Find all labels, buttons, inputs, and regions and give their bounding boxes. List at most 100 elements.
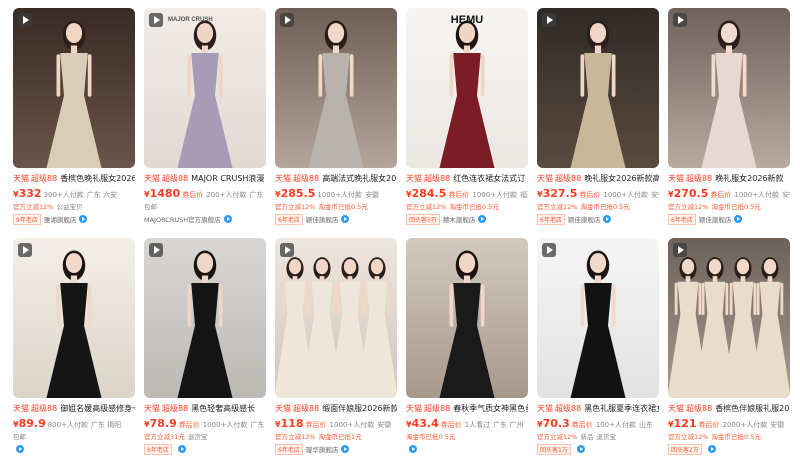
video-play-icon[interactable]: [18, 13, 32, 27]
shop-row[interactable]: 回头客2万: [668, 443, 790, 455]
product-title[interactable]: 天猫超级88香槟色伴娘服礼服2026: [668, 403, 790, 414]
enter-shop-icon[interactable]: [16, 445, 24, 453]
shop-name[interactable]: 颖佳旗舰店: [699, 214, 732, 224]
sales-count: 1000+人付款: [603, 191, 649, 199]
product-card[interactable]: 天猫超级88香槟色伴娘服礼服2026 ¥121券后价2000+人付款安徽官方立减1…: [668, 238, 790, 460]
product-thumbnail[interactable]: [406, 238, 528, 398]
promo-tag: 公益宝贝: [56, 203, 83, 211]
price-note: 券后价: [698, 421, 720, 429]
product-thumbnail[interactable]: [275, 238, 397, 398]
enter-shop-icon[interactable]: [478, 215, 487, 223]
shop-row[interactable]: 9年老店 雅湖旗舰店: [13, 213, 135, 225]
shop-row[interactable]: 6年老店: [144, 443, 266, 455]
shop-row[interactable]: MAJORCRUSH官方旗舰店: [144, 213, 266, 225]
enter-shop-icon[interactable]: [409, 445, 417, 453]
enter-shop-icon[interactable]: [341, 215, 350, 223]
enter-shop-icon[interactable]: [79, 215, 88, 223]
product-card[interactable]: 天猫超级88高端法式晚礼服女2026 ¥285.51000+人付款安徽官方立减12…: [275, 8, 397, 230]
product-photo: [406, 238, 528, 398]
product-title[interactable]: 天猫超级88高端法式晚礼服女2026: [275, 173, 397, 184]
shop-name[interactable]: 雅湖旗舰店: [44, 214, 77, 224]
product-thumbnail[interactable]: MAJOR CRUSH: [144, 8, 266, 168]
product-thumbnail[interactable]: [13, 8, 135, 168]
shop-name[interactable]: MAJORCRUSH官方旗舰店: [144, 214, 221, 224]
product-title[interactable]: 天猫 超级88 黑色轻奢高级感长: [144, 403, 266, 414]
promo-tag: 淘金币已抵0.5元: [318, 203, 368, 211]
shop-name[interactable]: 颖佳旗舰店: [306, 214, 339, 224]
product-title[interactable]: 天猫 超级88 晚礼服女2026新款高: [537, 173, 659, 184]
video-play-icon[interactable]: [673, 243, 687, 257]
shop-row[interactable]: [13, 443, 135, 455]
product-thumbnail[interactable]: [668, 238, 790, 398]
product-title[interactable]: 天猫 超级88 香槟色晚礼服女2026: [13, 173, 135, 184]
product-title[interactable]: 天猫 超级88 晚礼服女2026新款: [668, 173, 790, 184]
shop-row[interactable]: 6年老店 颖佳旗舰店: [275, 213, 397, 225]
price-row: ¥78.9 券后价 1000+人付款 广东: [144, 417, 266, 429]
product-card[interactable]: 天猫 超级88 黑色轻奢高级感长 ¥78.9 券后价 1000+人付款 广东 官方立减31元退…: [144, 238, 266, 460]
product-title-text: MAJOR CRUSH浪漫: [191, 174, 265, 183]
product-title-text: 黑色轻奢高级感长: [191, 404, 256, 413]
product-title[interactable]: 天猫 超级88 MAJOR CRUSH浪漫: [144, 173, 266, 184]
product-thumbnail[interactable]: HEMU: [406, 8, 528, 168]
enter-shop-icon[interactable]: [576, 445, 585, 453]
product-title[interactable]: 天猫超级88御姐名媛高级感修身一字肩: [13, 403, 135, 414]
product-thumbnail[interactable]: [537, 8, 659, 168]
video-play-icon[interactable]: [542, 13, 556, 27]
shop-row[interactable]: 回头客3万 赫木旗舰店: [406, 213, 528, 225]
product-card[interactable]: 天猫超级88晚礼服女2026新款高 ¥327.5券后价1000+人付款安徽官方立减…: [537, 8, 659, 230]
shop-years-badge: 回头客1万: [537, 443, 571, 455]
tmall-badge: 天猫: [406, 404, 422, 413]
product-title[interactable]: 天猫超级88春秋季气质女神黑色丝绒: [406, 403, 528, 414]
video-play-icon[interactable]: [542, 243, 556, 257]
enter-shop-icon[interactable]: [603, 215, 612, 223]
video-play-icon[interactable]: [149, 243, 163, 257]
promo-tags: 官方立减12% 淘金币已抵1元: [275, 431, 397, 441]
price: ¥285.5: [275, 187, 316, 199]
product-thumbnail[interactable]: [668, 8, 790, 168]
enter-shop-icon[interactable]: [177, 445, 186, 453]
video-play-icon[interactable]: [280, 13, 294, 27]
enter-shop-icon[interactable]: [707, 445, 716, 453]
shop-name[interactable]: 璇华旗舰店: [306, 444, 339, 454]
promo-tags: 官方立减31元 退货宝: [144, 431, 266, 441]
product-photo: [144, 8, 266, 168]
shop-years-badge: 回头客3万: [406, 213, 440, 225]
product-card[interactable]: MAJOR CRUSH 天猫 超级88 MAJOR CRUSH浪漫 ¥1480 券后价 20…: [144, 8, 266, 230]
shop-row[interactable]: 回头客1万: [537, 443, 659, 455]
product-thumbnail[interactable]: [144, 238, 266, 398]
promo-tag: 新品: [580, 433, 594, 441]
product-title[interactable]: 天猫 超级88 缎面伴娘服2026新款: [275, 403, 397, 414]
promo-tag: 官方立减12%: [275, 433, 316, 441]
video-play-icon[interactable]: [280, 243, 294, 257]
product-title[interactable]: 天猫 超级88 红色连衣裙女法式订: [406, 173, 528, 184]
product-title[interactable]: 天猫 超级88 黑色礼服夏季连衣裙女: [537, 403, 659, 414]
promo-tags: 官方立减12% 淘金币已抵0.5元: [537, 201, 659, 211]
product-card[interactable]: HEMU 天猫超级88红色连衣裙女法式订 ¥284.5券后价1000+人付款福建官方…: [406, 8, 528, 230]
product-thumbnail[interactable]: [275, 8, 397, 168]
shop-name[interactable]: 颖佳旗舰店: [568, 214, 601, 224]
shop-row[interactable]: 6年老店 颖佳旗舰店: [537, 213, 659, 225]
super88-badge: 超级88: [686, 404, 713, 413]
enter-shop-icon[interactable]: [734, 215, 743, 223]
video-play-icon[interactable]: [149, 13, 163, 27]
video-play-icon[interactable]: [18, 243, 32, 257]
product-card[interactable]: 天猫 超级88 香槟色晚礼服女2026 ¥332 300+人付款 广东 六安 官方立减12%…: [13, 8, 135, 230]
sales-count: 1000+人付款: [472, 191, 518, 199]
shop-row[interactable]: 6年老店 颖佳旗舰店: [668, 213, 790, 225]
product-thumbnail[interactable]: [537, 238, 659, 398]
enter-shop-icon[interactable]: [341, 445, 350, 453]
product-thumbnail[interactable]: [13, 238, 135, 398]
product-card[interactable]: 天猫 超级88 缎面伴娘服2026新款 ¥118 券后价 1000+人付款 安徽 官方立减12…: [275, 238, 397, 460]
product-photo: [13, 238, 135, 398]
product-photo: [13, 8, 135, 168]
product-card[interactable]: 天猫超级88御姐名媛高级感修身一字肩 ¥89.9800+人付款广东 揭阳包邮: [13, 238, 135, 460]
price-row: ¥332 300+人付款 广东 六安: [13, 187, 135, 199]
product-card[interactable]: 天猫超级88春秋季气质女神黑色丝绒 ¥43.4券后价1人看过广东 广州淘金币已抵0…: [406, 238, 528, 460]
shop-row[interactable]: 6年老店 璇华旗舰店: [275, 443, 397, 455]
shop-row[interactable]: [406, 443, 528, 455]
video-play-icon[interactable]: [673, 13, 687, 27]
product-card[interactable]: 天猫超级88晚礼服女2026新款 ¥270.5券后价1000+人付款安徽官方立减1…: [668, 8, 790, 230]
enter-shop-icon[interactable]: [223, 215, 232, 223]
product-card[interactable]: 天猫 超级88 黑色礼服夏季连衣裙女 ¥70.3 券后价 100+人付款 山东 官方立减12%…: [537, 238, 659, 460]
shop-name[interactable]: 赫木旗舰店: [443, 214, 476, 224]
